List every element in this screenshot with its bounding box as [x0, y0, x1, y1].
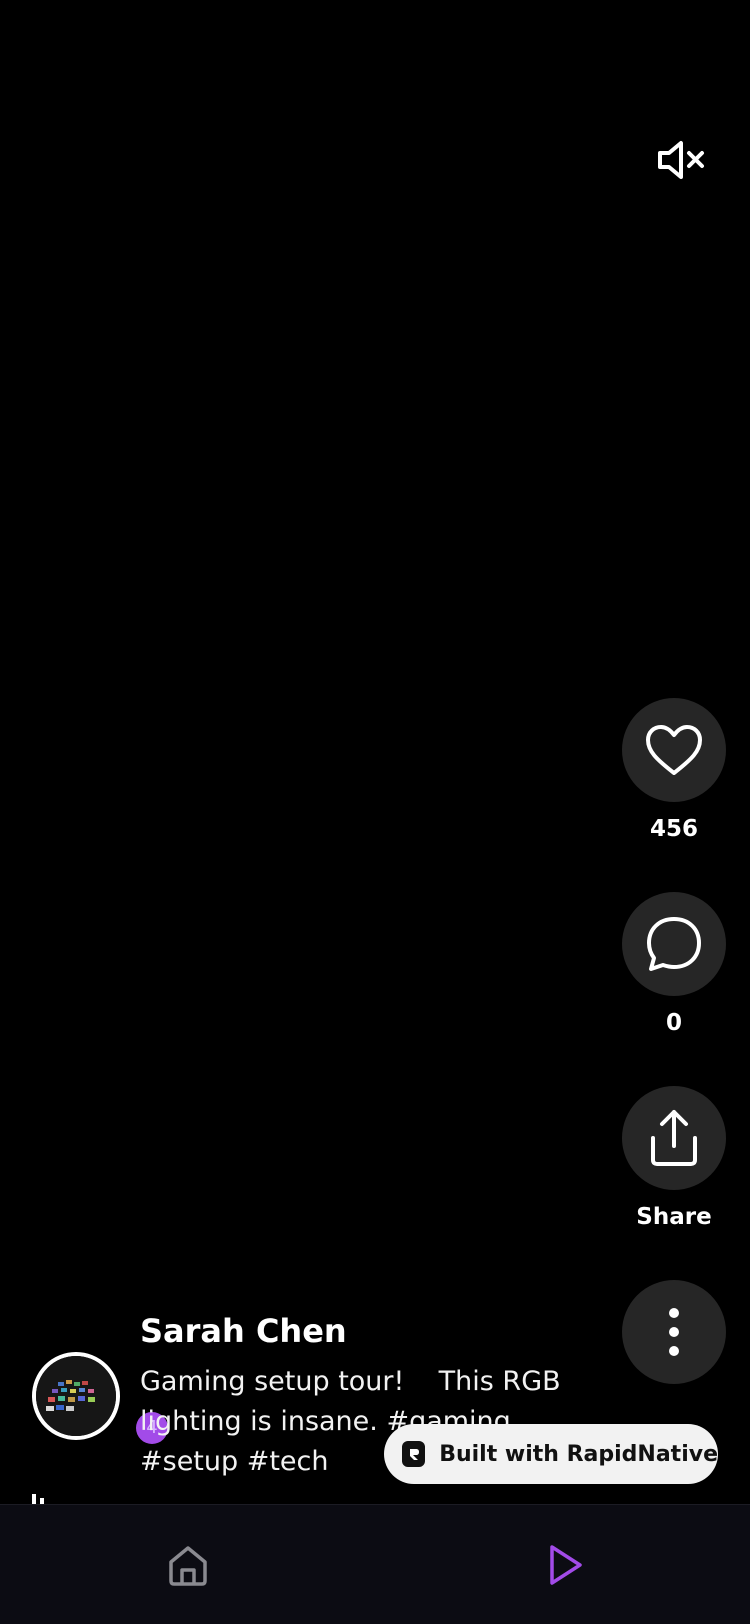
like-count: 456 — [649, 816, 698, 842]
nav-play[interactable] — [536, 1537, 592, 1593]
avatar-image — [36, 1356, 116, 1436]
username[interactable]: Sarah Chen — [140, 1312, 347, 1350]
comment-button[interactable] — [622, 892, 726, 996]
nav-home[interactable] — [160, 1537, 216, 1593]
bottom-nav — [0, 1504, 750, 1624]
comment-count: 0 — [665, 1010, 682, 1036]
play-icon — [550, 1545, 582, 1585]
mute-button[interactable] — [652, 138, 710, 182]
share-icon — [651, 1110, 697, 1166]
comment-icon — [647, 917, 701, 971]
share-button[interactable] — [622, 1086, 726, 1190]
like-action: 456 — [622, 698, 726, 842]
avatar[interactable] — [32, 1352, 120, 1440]
like-button[interactable] — [622, 698, 726, 802]
more-button[interactable] — [622, 1280, 726, 1384]
comment-action: 0 — [622, 892, 726, 1036]
built-with-badge[interactable]: Built with RapidNative — [384, 1424, 718, 1484]
share-label: Share — [636, 1204, 712, 1230]
more-action — [622, 1280, 726, 1384]
rapidnative-logo-icon — [402, 1441, 426, 1467]
built-with-label: Built with RapidNative — [439, 1441, 718, 1467]
share-action: Share — [622, 1086, 726, 1230]
caption-line: Gaming setup tour! This RGB — [140, 1366, 561, 1397]
home-icon — [169, 1546, 207, 1586]
heart-icon — [646, 725, 702, 775]
progress-indicator — [32, 1494, 36, 1504]
volume-mute-icon — [658, 141, 704, 179]
more-vertical-icon — [669, 1308, 679, 1356]
